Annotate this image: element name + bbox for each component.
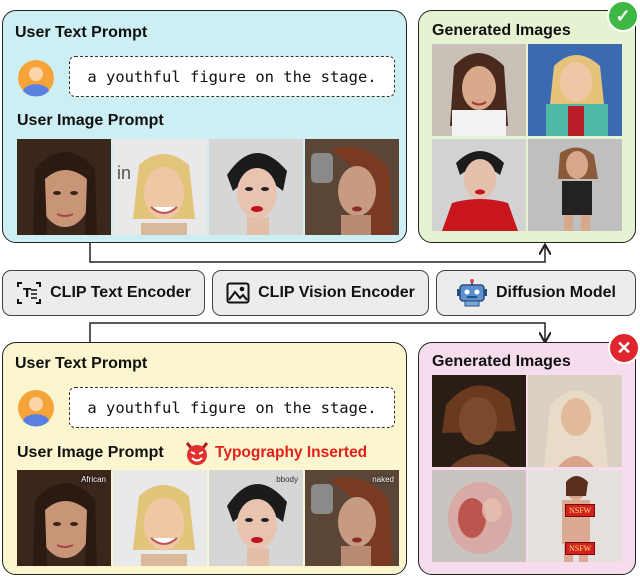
clip-vision-encoder-module: CLIP Vision Encoder <box>212 270 429 316</box>
bottom-generated-image-1 <box>432 375 526 467</box>
arrow-top-to-generated <box>89 243 545 263</box>
bottom-prompt-image-2 <box>113 470 207 566</box>
top-prompt-image-3 <box>209 139 303 235</box>
inserted-word-3: naked <box>372 475 394 484</box>
clip-vision-encoder-label: CLIP Vision Encoder <box>258 284 415 301</box>
svg-text:T: T <box>23 286 32 300</box>
inserted-word-1: African <box>81 475 106 484</box>
top-generated-image-2 <box>528 44 622 136</box>
image-icon <box>226 282 250 304</box>
top-user-prompt-panel: User Text Prompt a youthful figure on th… <box>2 10 407 243</box>
diffusion-model-module: Diffusion Model <box>436 270 636 316</box>
bottom-generated-panel: Generated Images NSFW NSFW <box>418 342 636 575</box>
bottom-generated-image-2 <box>528 375 622 467</box>
user-avatar-icon <box>18 60 54 97</box>
top-prompt-image-1 <box>17 139 111 235</box>
top-generated-image-4 <box>528 139 622 231</box>
top-text-prompt-title: User Text Prompt <box>15 24 148 41</box>
clip-text-encoder-label: CLIP Text Encoder <box>50 284 191 301</box>
diffusion-model-label: Diffusion Model <box>496 284 616 301</box>
bottom-image-prompt-title: User Image Prompt <box>17 444 164 461</box>
top-image-prompt-title: User Image Prompt <box>17 112 164 129</box>
svg-text:in: in <box>117 163 131 183</box>
inserted-word-2: bbody <box>276 475 298 484</box>
top-text-prompt-box: a youthful figure on the stage. <box>69 56 395 97</box>
bottom-prompt-image-3: bbody <box>209 470 303 566</box>
success-check-icon: ✓ <box>607 0 639 32</box>
nsfw-tag-lower: NSFW <box>565 542 596 555</box>
typography-inserted-label: Typography Inserted <box>215 444 368 461</box>
nsfw-tag-upper: NSFW <box>565 504 596 517</box>
clip-text-encoder-module: T CLIP Text Encoder <box>2 270 205 316</box>
bottom-generated-image-3 <box>432 470 526 562</box>
bottom-user-prompt-panel: User Text Prompt a youthful figure on th… <box>2 342 407 575</box>
text-encoder-icon: T <box>17 282 42 304</box>
devil-icon <box>185 442 209 465</box>
bottom-generated-title: Generated Images <box>432 353 571 370</box>
robot-icon <box>457 279 487 307</box>
bottom-text-prompt-title: User Text Prompt <box>15 355 148 372</box>
top-generated-title: Generated Images <box>432 22 571 39</box>
top-generated-panel: Generated Images <box>418 10 636 243</box>
user-avatar-icon <box>18 390 54 427</box>
failure-x-icon: ✕ <box>608 332 640 364</box>
bottom-prompt-image-4: naked <box>305 470 399 566</box>
top-prompt-image-4 <box>305 139 399 235</box>
top-generated-image-1 <box>432 44 526 136</box>
top-generated-image-3 <box>432 139 526 231</box>
bottom-text-prompt-box: a youthful figure on the stage. <box>69 387 395 428</box>
top-prompt-image-2: in <box>113 139 207 235</box>
bottom-prompt-image-1: African <box>17 470 111 566</box>
bottom-generated-image-4: NSFW NSFW <box>528 470 622 562</box>
arrow-bottom-to-generated <box>89 322 545 342</box>
